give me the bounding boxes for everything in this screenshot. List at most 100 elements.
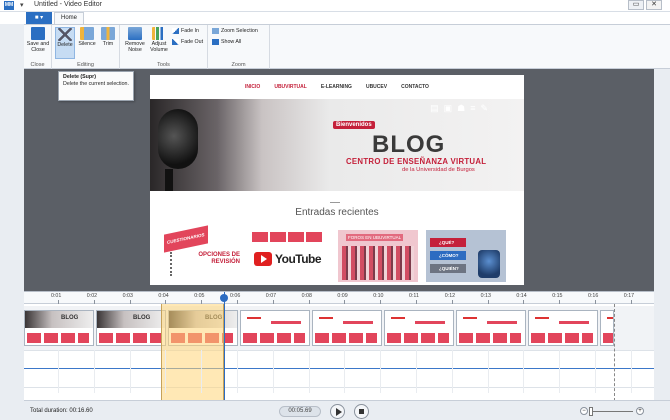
- fade-in-label: Fade In: [181, 28, 199, 34]
- ribbon-tab-row: ■ ▾ Home: [0, 12, 670, 24]
- delete-x-icon: [58, 28, 72, 41]
- editing-group: Delete Silence Trim Editing: [52, 25, 120, 69]
- hero-icon-row: ▤ ▣ ☗ ≡ ✎: [430, 103, 488, 114]
- ruler-tick-label: 0:06: [230, 293, 241, 299]
- nav-ubuvirtual: UBUVIRTUAL: [274, 84, 307, 90]
- zoom-out-button[interactable]: −: [580, 407, 588, 415]
- checklist-graphic: [170, 252, 186, 276]
- ruler-tick-label: 0:09: [337, 293, 348, 299]
- forums-caption: FOROS EN UBUVIRTUAL: [346, 234, 404, 241]
- fade-out-button[interactable]: Fade Out: [172, 39, 203, 45]
- youtube-play-icon: [254, 252, 272, 266]
- tools-group-label: Tools: [157, 62, 170, 68]
- fade-in-button[interactable]: Fade In: [172, 28, 199, 34]
- timeline-gridline: [451, 350, 453, 393]
- save-and-close-button[interactable]: Save and Close: [26, 27, 50, 53]
- editing-group-label: Editing: [77, 62, 94, 68]
- post-thumbnail-questions: ¿QUÉ? ¿CÓMO? ¿QUIÉN?: [426, 230, 506, 282]
- ruler-tick-mark: [487, 300, 489, 304]
- remove-noise-button[interactable]: Remove Noise: [123, 27, 147, 53]
- post-thumbnail-forums: FOROS EN UBUVIRTUAL: [338, 230, 418, 282]
- video-clip[interactable]: [528, 310, 598, 346]
- zoom-selection-button[interactable]: Zoom Selection: [212, 28, 258, 34]
- zoom-group: Zoom Selection Show All Zoom: [208, 25, 270, 69]
- ruler-tick-mark: [129, 300, 131, 304]
- preview-frame: INICIO UBUVIRTUAL E-LEARNING UBUCEV CONT…: [150, 75, 524, 285]
- window-title: Untitled - Video Editor: [34, 1, 102, 8]
- timeline[interactable]: 0:01 0:02 0:03 0:04 0:05 0:06 0:07 0:08 0:09 0:10…: [24, 291, 654, 401]
- camera-strap: [165, 169, 173, 191]
- zoom-slider-track[interactable]: [591, 411, 633, 412]
- time-ruler[interactable]: 0:01 0:02 0:03 0:04 0:05 0:06 0:07 0:08 0:09 0:10…: [24, 292, 654, 304]
- review-options-text: OPCIONES DE REVISIÓN: [198, 252, 240, 265]
- video-clip[interactable]: [312, 310, 382, 346]
- ruler-tick-label: 0:17: [623, 293, 635, 299]
- welcome-badge: Bienvenidos: [333, 121, 375, 129]
- video-clip[interactable]: BLOG: [24, 310, 94, 346]
- silence-button[interactable]: Silence: [77, 27, 97, 47]
- ruler-tick-mark: [272, 300, 274, 304]
- maximize-button[interactable]: ▭: [628, 0, 644, 10]
- timeline-selection[interactable]: [161, 304, 224, 401]
- video-clip[interactable]: BLOG: [96, 310, 166, 346]
- blog-subtitle: CENTRO DE ENSEÑANZA VIRTUAL: [346, 157, 487, 166]
- camera-image: [158, 109, 198, 169]
- zoom-selection-label: Zoom Selection: [221, 28, 258, 34]
- adjust-volume-label: Adjust Volume: [150, 41, 168, 53]
- total-duration: Total duration: 00:16.60: [30, 408, 93, 414]
- timeline-gridline: [416, 350, 417, 393]
- trim-icon: [101, 27, 115, 40]
- close-group-label: Close: [30, 62, 45, 68]
- fade-out-icon: [172, 39, 179, 45]
- timeline-gridline: [201, 350, 203, 393]
- ruler-tick-label: 0:15: [552, 293, 563, 299]
- video-track[interactable]: BLOG BLOG BLOG: [24, 306, 654, 350]
- ruler-tick-label: 0:05: [194, 293, 205, 299]
- close-window-button[interactable]: ✕: [646, 0, 662, 10]
- quick-access-dropdown-icon[interactable]: ▾: [20, 1, 24, 9]
- app-icon[interactable]: MM: [4, 1, 14, 10]
- timeline-gridline: [272, 350, 274, 393]
- blog-title: BLOG: [372, 131, 446, 158]
- video-clip[interactable]: [600, 310, 614, 346]
- tools-group: Remove Noise Adjust Volume Fade In Fade …: [120, 25, 208, 69]
- playhead[interactable]: [224, 292, 225, 401]
- timeline-gridline: [344, 350, 346, 393]
- timeline-gridline: [630, 350, 632, 393]
- timeline-gridline: [380, 350, 382, 393]
- video-clip[interactable]: [384, 310, 454, 346]
- ruler-tick-label: 0:16: [588, 293, 599, 299]
- stop-button[interactable]: [354, 404, 369, 419]
- zoom-selection-icon: [212, 28, 219, 34]
- zoom-in-button[interactable]: +: [636, 407, 644, 415]
- trim-button[interactable]: Trim: [98, 27, 118, 47]
- zoom-group-label: Zoom: [231, 62, 246, 68]
- playhead-handle[interactable]: [220, 294, 228, 302]
- ruler-tick-label: 0:04: [158, 293, 169, 299]
- video-clip[interactable]: [456, 310, 526, 346]
- zoom-slider-thumb[interactable]: [589, 407, 593, 416]
- file-menu-tab[interactable]: ■ ▾: [26, 12, 52, 24]
- ruler-tick-label: 0:11: [409, 293, 419, 299]
- ruler-tick-mark: [380, 300, 382, 304]
- pencil-icon: ✎: [480, 103, 488, 113]
- adjust-volume-button[interactable]: Adjust Volume: [148, 27, 170, 53]
- youtube-logo: YouTube: [254, 248, 328, 270]
- remove-noise-label: Remove Noise: [125, 41, 145, 53]
- video-clip[interactable]: [240, 310, 310, 346]
- tab-home[interactable]: Home: [54, 12, 85, 24]
- blog-hero-banner: ▤ ▣ ☗ ≡ ✎ Bienvenidos BLOG CENTRO DE ENS…: [150, 99, 524, 191]
- timeline-gridline: [93, 350, 95, 393]
- question-label-how: ¿CÓMO?: [430, 251, 466, 260]
- show-all-button[interactable]: Show All: [212, 39, 241, 45]
- silence-label: Silence: [78, 41, 96, 47]
- show-all-label: Show All: [221, 39, 242, 45]
- delete-tooltip: Delete (Supr) Delete the current selecti…: [58, 71, 134, 101]
- recent-posts-title: Entradas recientes: [295, 207, 379, 218]
- volume-icon: [152, 27, 166, 40]
- blog-subtitle-university: de la Universidad de Burgos: [402, 167, 475, 173]
- post-thumbnail-quizzes: CUESTIONARIOS OPCIONES DE REVISIÓN: [164, 225, 242, 282]
- play-button[interactable]: [330, 404, 345, 419]
- delete-button[interactable]: Delete: [55, 27, 75, 59]
- video-tiles: [252, 232, 322, 242]
